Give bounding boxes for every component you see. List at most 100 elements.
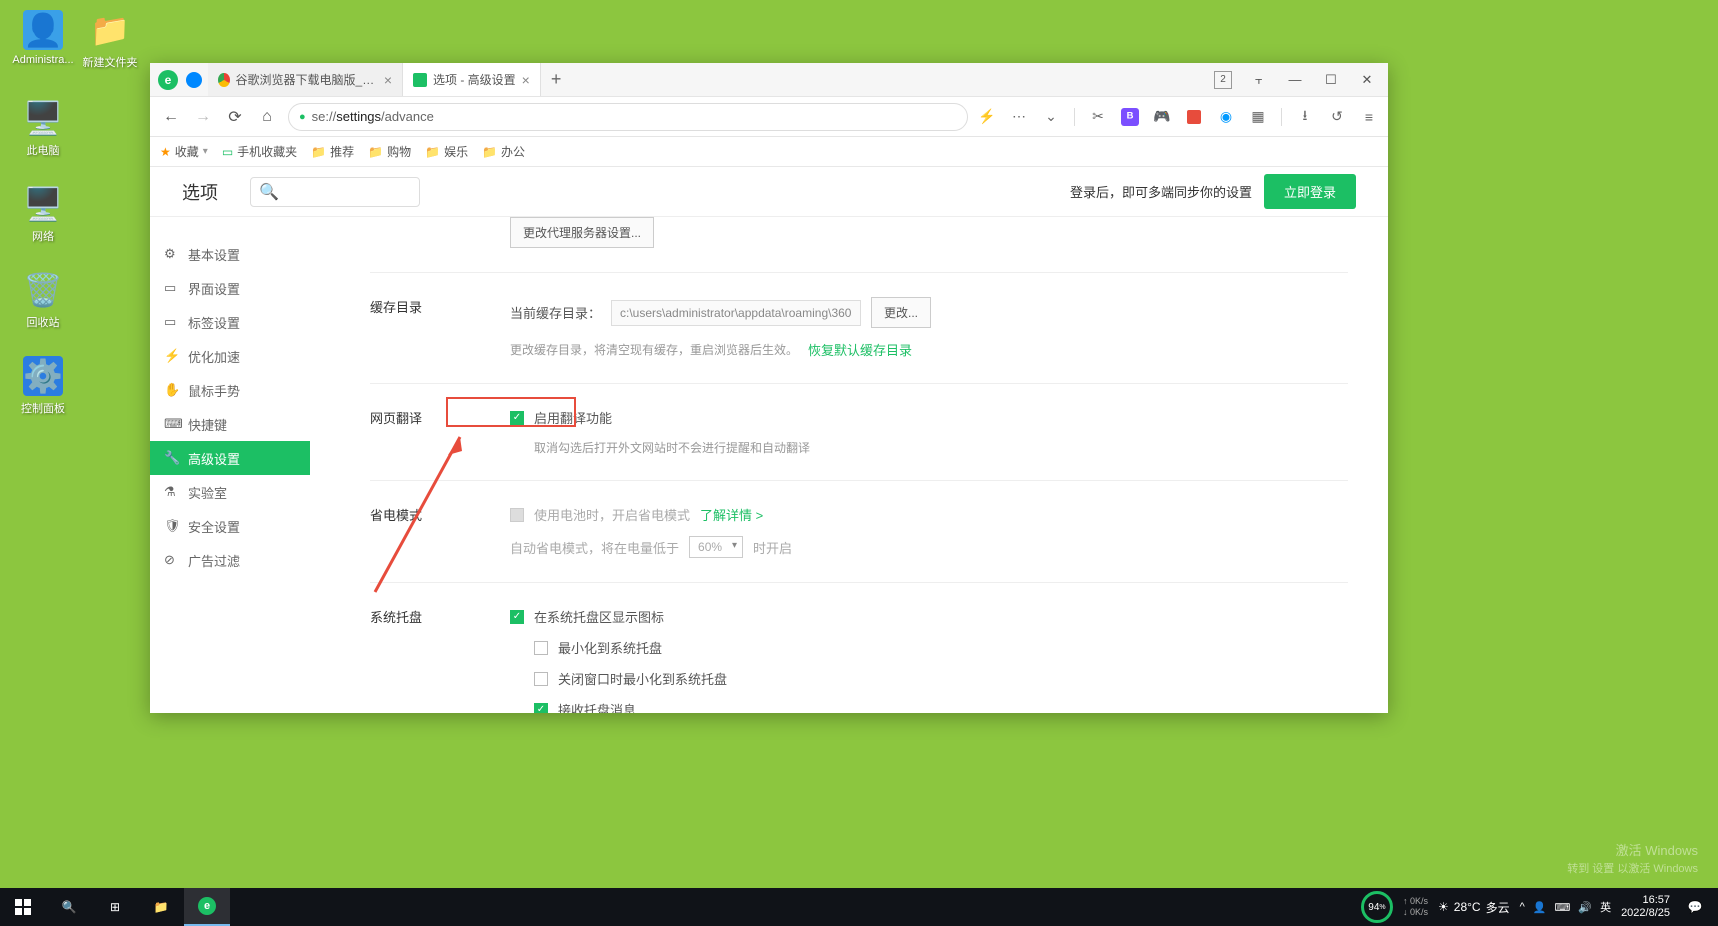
windows-watermark: 激活 Windows 转到 设置 以激活 Windows xyxy=(1567,842,1698,878)
search-input[interactable] xyxy=(283,185,411,199)
desktop-icon-3[interactable]: 🖥️网络 xyxy=(8,184,78,244)
tray-minimize-label: 最小化到系统托盘 xyxy=(558,638,662,657)
tray-volume-icon[interactable]: 🔊 xyxy=(1578,901,1592,914)
home-button[interactable]: ⌂ xyxy=(256,106,278,128)
sidebar-item-5[interactable]: ⌨快捷键 xyxy=(150,407,310,441)
clock[interactable]: 16:57 2022/8/25 xyxy=(1621,894,1670,920)
power-threshold-select[interactable]: 60% xyxy=(689,536,743,558)
page-title: 选项 xyxy=(182,179,218,205)
translate-label: 启用翻译功能 xyxy=(534,408,612,427)
system-tray[interactable]: ^ 👤 ⌨ 🔊 英 xyxy=(1520,899,1611,915)
desktop-icon-1[interactable]: 📁新建文件夹 xyxy=(75,10,145,70)
tab-close-icon[interactable]: × xyxy=(384,72,392,88)
tab-1[interactable]: 选项 - 高级设置× xyxy=(403,63,541,96)
history-icon[interactable]: ↺ xyxy=(1328,108,1346,126)
cache-label: 当前缓存目录： xyxy=(510,303,601,322)
bookmark-0[interactable]: ★收藏▾ xyxy=(160,143,208,160)
task-view-button[interactable]: ⊞ xyxy=(92,888,138,926)
profile-icon[interactable] xyxy=(186,72,202,88)
smart-window-icon[interactable]: ⫟ xyxy=(1250,71,1268,89)
tray-show-label: 在系统托盘区显示图标 xyxy=(534,607,664,626)
translate-hint: 取消勾选后打开外文网站时不会进行提醒和自动翻译 xyxy=(534,439,810,456)
sidebar-item-2[interactable]: ▭标签设置 xyxy=(150,305,310,339)
power-battery-checkbox[interactable] xyxy=(510,508,524,522)
tray-people-icon[interactable]: 👤 xyxy=(1533,901,1547,914)
power-battery-label: 使用电池时，开启省电模式 xyxy=(534,505,690,524)
network-speed: ↑ 0K/s ↓ 0K/s xyxy=(1403,896,1428,918)
sidebar-item-6[interactable]: 🔧高级设置 xyxy=(150,441,310,475)
desktop-icon-2[interactable]: 🖥️此电脑 xyxy=(8,98,78,158)
bookmark-1[interactable]: ▭手机收藏夹 xyxy=(222,143,297,160)
download-icon[interactable]: ⭳ xyxy=(1296,108,1314,126)
tab-count[interactable]: 2 xyxy=(1214,71,1232,89)
bookmark-2[interactable]: 📁推荐 xyxy=(311,143,354,160)
battery-indicator[interactable]: 94% xyxy=(1361,891,1393,923)
cache-change-button[interactable]: 更改... xyxy=(871,297,931,328)
notifications-button[interactable]: 💬 xyxy=(1680,888,1710,926)
bookmark-5[interactable]: 📁办公 xyxy=(482,143,525,160)
tray-show-checkbox[interactable]: ✓ xyxy=(510,610,524,624)
tray-keyboard-icon[interactable]: ⌨ xyxy=(1554,901,1570,914)
extension-purple-icon[interactable]: ᴮ xyxy=(1121,108,1139,126)
settings-search[interactable]: 🔍 xyxy=(250,177,420,207)
bookmark-4[interactable]: 📁娱乐 xyxy=(425,143,468,160)
back-button[interactable]: ← xyxy=(160,106,182,128)
tab-close-icon[interactable]: × xyxy=(522,72,530,88)
app-icon: e xyxy=(158,70,178,90)
extension-red-icon[interactable] xyxy=(1185,108,1203,126)
maximize-button[interactable]: ☐ xyxy=(1322,71,1340,89)
url-input[interactable]: ● se://settings/advance xyxy=(288,103,968,131)
cache-hint: 更改缓存目录，将清空现有缓存，重启浏览器后生效。 xyxy=(510,341,798,358)
tray-close-min-label: 关闭窗口时最小化到系统托盘 xyxy=(558,669,727,688)
extension-game-icon[interactable]: 🎮 xyxy=(1153,108,1171,126)
scissors-icon[interactable]: ✂ xyxy=(1089,108,1107,126)
power-learn-more-link[interactable]: 了解详情 > xyxy=(700,505,763,524)
start-button[interactable] xyxy=(0,888,46,926)
new-tab-button[interactable]: + xyxy=(541,69,572,90)
menu-icon[interactable]: ≡ xyxy=(1360,108,1378,126)
tray-receive-label: 接收托盘消息 xyxy=(558,700,636,713)
desktop-icon-5[interactable]: ⚙️控制面板 xyxy=(8,356,78,416)
lock-icon: ● xyxy=(299,111,306,123)
more-icon[interactable]: ⋯ xyxy=(1010,108,1028,126)
power-auto-prefix: 自动省电模式，将在电量低于 xyxy=(510,538,679,557)
lightning-icon[interactable]: ⚡ xyxy=(978,108,996,126)
weather-widget[interactable]: ☀ 28°C 多云 xyxy=(1438,899,1510,916)
file-explorer-button[interactable]: 📁 xyxy=(138,888,184,926)
section-power-title: 省电模式 xyxy=(370,505,510,558)
forward-button[interactable]: → xyxy=(192,106,214,128)
tray-chevron-icon[interactable]: ^ xyxy=(1520,901,1525,913)
sidebar-item-9[interactable]: ⊘广告过滤 xyxy=(150,543,310,577)
desktop-icon-0[interactable]: 👤Administra... xyxy=(8,10,78,66)
translate-checkbox[interactable]: ✓ xyxy=(510,411,524,425)
sidebar-item-0[interactable]: ⚙基本设置 xyxy=(150,237,310,271)
sidebar-item-1[interactable]: ▭界面设置 xyxy=(150,271,310,305)
tab-strip: 谷歌浏览器下载电脑版_谷歌浏...×选项 - 高级设置× xyxy=(208,63,541,96)
tray-close-min-checkbox[interactable] xyxy=(534,672,548,686)
login-button[interactable]: 立即登录 xyxy=(1264,174,1356,209)
ime-indicator[interactable]: 英 xyxy=(1600,899,1611,915)
minimize-button[interactable]: — xyxy=(1286,71,1304,89)
proxy-settings-button[interactable]: 更改代理服务器设置... xyxy=(510,217,654,248)
grid-icon[interactable]: ▦ xyxy=(1249,108,1267,126)
tray-minimize-checkbox[interactable] xyxy=(534,641,548,655)
cache-path-input[interactable] xyxy=(611,300,861,326)
tab-0[interactable]: 谷歌浏览器下载电脑版_谷歌浏...× xyxy=(208,63,403,96)
extension-blue-icon[interactable]: ◉ xyxy=(1217,108,1235,126)
power-auto-suffix: 时开启 xyxy=(753,538,792,557)
settings-content: 更改代理服务器设置... 缓存目录 当前缓存目录： 更改... 更改缓存目录，将… xyxy=(310,217,1388,713)
sidebar-item-8[interactable]: 🛡安全设置 xyxy=(150,509,310,543)
chevron-down-icon[interactable]: ⌄ xyxy=(1042,108,1060,126)
sidebar-item-4[interactable]: ✋鼠标手势 xyxy=(150,373,310,407)
browser-taskbar-button[interactable]: e xyxy=(184,888,230,926)
bookmark-3[interactable]: 📁购物 xyxy=(368,143,411,160)
reload-button[interactable]: ⟳ xyxy=(224,106,246,128)
sidebar-item-7[interactable]: ⚗实验室 xyxy=(150,475,310,509)
close-window-button[interactable]: ✕ xyxy=(1358,71,1376,89)
sidebar-item-3[interactable]: ⚡优化加速 xyxy=(150,339,310,373)
search-button[interactable]: 🔍 xyxy=(46,888,92,926)
cache-restore-link[interactable]: 恢复默认缓存目录 xyxy=(808,340,912,359)
desktop-icon-4[interactable]: 🗑️回收站 xyxy=(8,270,78,330)
bookmarks-bar: ★收藏▾ ▭手机收藏夹 📁推荐 📁购物 📁娱乐 📁办公 xyxy=(150,137,1388,167)
tray-receive-checkbox[interactable]: ✓ xyxy=(534,703,548,714)
